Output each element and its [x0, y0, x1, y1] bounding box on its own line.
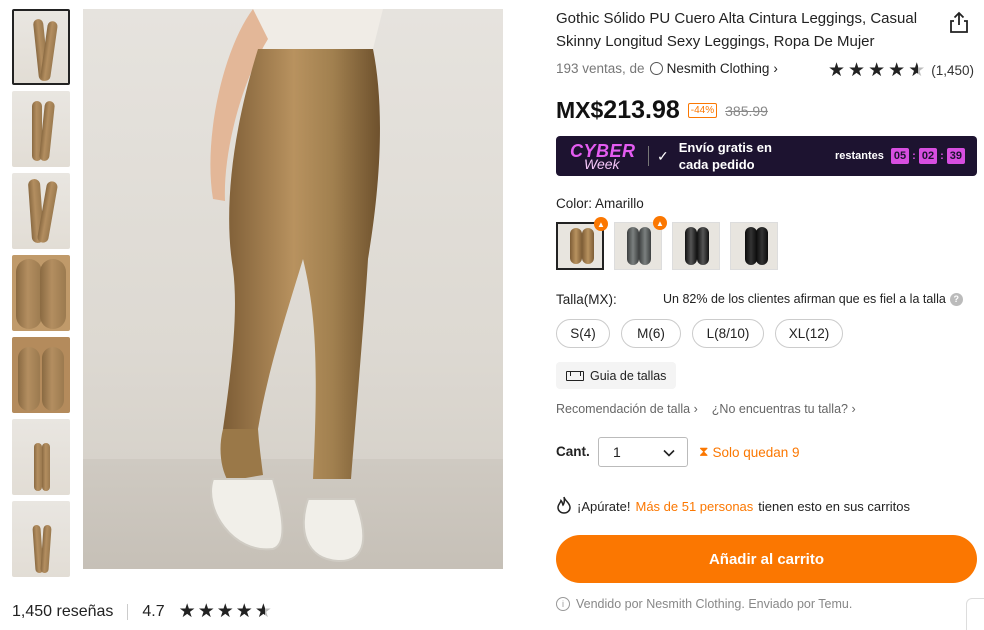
size-options: S(4) M(6) L(8/10) XL(12): [556, 319, 843, 348]
size-recommendation-link[interactable]: Recomendación de talla ›: [556, 402, 698, 416]
star-icon: ★: [235, 601, 253, 622]
countdown-timer: restantes 05 : 02 : 39: [835, 148, 965, 164]
share-icon[interactable]: [946, 10, 972, 36]
timer-colon: :: [940, 150, 944, 162]
thumbnail-4[interactable]: [12, 255, 70, 331]
help-icon[interactable]: ?: [949, 292, 963, 306]
timer-minutes: 02: [918, 148, 938, 164]
current-price: MX$213.98: [556, 96, 680, 125]
color-swatches: ▲ ▲: [556, 216, 778, 270]
cyber-week-logo: CYBER Week: [566, 136, 646, 176]
quantity-label: Cant.: [556, 444, 590, 459]
swatch-gris[interactable]: ▲: [614, 216, 667, 270]
thumbnail-2[interactable]: [12, 91, 70, 167]
model-illustration: [210, 9, 383, 563]
color-label: Color: Amarillo: [556, 196, 644, 211]
fit-note: Un 82% de los clientes afirman que es fi…: [663, 292, 963, 306]
original-price: 385.99: [725, 102, 768, 119]
sales-count: 193 ventas, de: [556, 61, 645, 76]
star-icon: ★: [868, 60, 886, 81]
size-option-s[interactable]: S(4): [556, 319, 610, 348]
main-product-image[interactable]: [83, 9, 503, 569]
swatch-negro-brillante[interactable]: [672, 222, 720, 270]
fit-note-text: Un 82% de los clientes afirman que es fi…: [663, 292, 946, 306]
stock-text: Solo quedan 9: [712, 444, 800, 460]
price-currency: MX$: [556, 97, 604, 123]
store-logo-icon: [649, 62, 663, 75]
reviews-summary[interactable]: 1,450 reseñas 4.7 ★ ★ ★ ★ ★: [12, 600, 272, 623]
review-stars: ★ ★ ★ ★ ★: [179, 600, 272, 623]
review-score: 4.7: [142, 602, 165, 620]
discount-badge: -44%: [687, 103, 718, 118]
chevron-right-icon: ›: [693, 402, 698, 416]
star-icon: ★: [848, 60, 866, 81]
star-icon: ★: [197, 601, 215, 622]
fire-icon: ▲: [653, 216, 667, 230]
chevron-right-icon: ›: [851, 402, 856, 416]
store-name: Nesmith Clothing: [666, 61, 770, 76]
store-link[interactable]: Nesmith Clothing ›: [649, 61, 778, 76]
star-icon: ★: [888, 60, 906, 81]
info-icon: i: [556, 597, 570, 611]
thumbnail-list: [12, 9, 72, 583]
thumbnail-1[interactable]: [12, 9, 70, 85]
thumbnail-5[interactable]: [12, 337, 70, 413]
cart-urgency: ¡Apúrate! Más de 51 personas tienen esto…: [556, 496, 910, 517]
chevron-right-icon: ›: [773, 61, 778, 76]
promo-text: Envío gratis en cada pedido: [678, 140, 772, 172]
size-guide-label: Guia de tallas: [590, 368, 667, 383]
sales-info: 193 ventas, de Nesmith Clothing ›: [556, 61, 778, 76]
stock-warning: ⧗ Solo quedan 9: [699, 444, 800, 460]
seller-text: Vendido por Nesmith Clothing. Enviado po…: [576, 597, 853, 611]
logo-line2: Week: [584, 156, 620, 172]
swatch-negro[interactable]: [730, 222, 778, 270]
check-icon: ✓: [657, 147, 669, 164]
review-count[interactable]: 1,450 reseñas: [12, 603, 113, 621]
star-half-icon: ★: [254, 601, 272, 622]
timer-label: restantes: [834, 150, 884, 162]
size-recommendation-label: Recomendación de talla: [556, 402, 691, 416]
floating-widget[interactable]: [966, 598, 984, 630]
star-half-icon: ★: [908, 60, 926, 81]
size-guide-button[interactable]: Guia de tallas: [556, 362, 677, 389]
hurry-prefix: ¡Apúrate!: [577, 499, 631, 514]
star-icon: ★: [828, 60, 846, 81]
add-to-cart-button[interactable]: Añadir al carrito: [556, 535, 977, 583]
size-label: Talla(MX):: [556, 292, 617, 307]
size-not-found-link[interactable]: ¿No encuentras tu talla? ›: [712, 402, 856, 416]
thumbnail-6[interactable]: [12, 419, 70, 495]
hurry-highlight: Más de 51 personas: [635, 499, 754, 514]
quantity-value: 1: [613, 444, 621, 460]
rating-stars: ★ ★ ★ ★ ★: [828, 59, 925, 82]
price-value: 213.98: [603, 96, 680, 124]
size-option-l[interactable]: L(8/10): [692, 319, 764, 348]
size-option-xl[interactable]: XL(12): [775, 319, 843, 348]
thumbnail-7[interactable]: [12, 501, 70, 577]
chevron-down-icon: [663, 444, 675, 460]
divider: [127, 603, 129, 620]
timer-colon: :: [912, 150, 916, 162]
hurry-suffix: tienen esto en sus carritos: [758, 499, 911, 514]
thumbnail-3[interactable]: [12, 173, 70, 249]
divider: [648, 146, 649, 166]
product-title: Gothic Sólido PU Cuero Alta Cintura Legg…: [556, 10, 918, 50]
top-rating[interactable]: ★ ★ ★ ★ ★ (1,450): [828, 59, 974, 82]
size-option-m[interactable]: M(6): [621, 319, 681, 348]
timer-seconds: 39: [946, 148, 965, 164]
hourglass-icon: ⧗: [699, 444, 709, 459]
swatch-amarillo[interactable]: ▲: [556, 217, 608, 270]
flame-icon: [556, 496, 572, 517]
rating-count: (1,450): [931, 63, 975, 78]
timer-hours: 05: [890, 148, 910, 164]
promo-banner[interactable]: CYBER Week ✓ Envío gratis en cada pedido…: [556, 136, 977, 176]
ruler-icon: [566, 370, 584, 381]
size-not-found-label: ¿No encuentras tu talla?: [711, 402, 848, 416]
fire-icon: ▲: [594, 217, 608, 231]
star-icon: ★: [216, 601, 234, 622]
size-recommendations: Recomendación de talla › ¿No encuentras …: [556, 402, 856, 416]
seller-info: i Vendido por Nesmith Clothing. Enviado …: [556, 597, 852, 611]
price-row: MX$213.98 -44% 385.99: [556, 96, 768, 125]
quantity-select[interactable]: 1: [598, 437, 688, 467]
star-icon: ★: [178, 601, 196, 622]
